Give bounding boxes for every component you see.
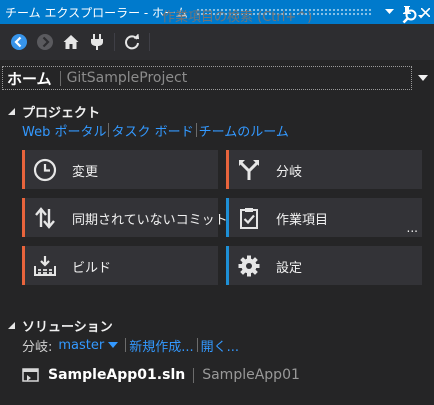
tile-label: 分岐 <box>276 165 303 180</box>
branch-icon <box>236 157 262 183</box>
solutions-section-title: ソリューション <box>22 319 113 335</box>
tile-accent <box>226 150 229 189</box>
open-solution-link[interactable]: 開く... <box>201 336 239 355</box>
home-icon[interactable] <box>58 29 84 55</box>
sync-arrows-icon <box>32 205 58 231</box>
tile-accent <box>22 198 25 237</box>
tile-changes[interactable]: 変更 <box>22 150 218 189</box>
project-section-title: プロジェクト <box>22 105 101 121</box>
search-icon <box>402 9 424 24</box>
project-section-header[interactable]: プロジェクト <box>6 102 101 121</box>
solution-file-icon <box>22 368 39 382</box>
solution-path: SampleApp01 <box>202 367 300 383</box>
task-board-link[interactable]: タスク ボード <box>111 121 193 140</box>
tile-label: 変更 <box>72 165 99 180</box>
chevron-down-icon[interactable] <box>108 342 119 348</box>
branch-label: 分岐: <box>22 339 53 355</box>
solutions-section-header[interactable]: ソリューション <box>6 316 113 335</box>
search-box[interactable] <box>162 4 394 30</box>
tile-label: ビルド <box>72 261 112 276</box>
gear-icon <box>236 253 262 279</box>
team-room-link[interactable]: チームのルーム <box>199 121 289 140</box>
tile-accent <box>22 150 25 189</box>
header-separator <box>59 70 61 86</box>
toolbar-separator <box>114 33 115 51</box>
search-button[interactable] <box>396 5 432 29</box>
tile-settings[interactable]: 設定 <box>226 246 422 285</box>
branch-row: 分岐: master 新規作成... 開く... <box>22 336 239 355</box>
tile-unsynced-commits[interactable]: 同期されていないコミット <box>22 198 228 237</box>
project-links: Web ポータル タスク ボード チームのルーム <box>22 121 289 140</box>
page-header[interactable]: ホーム GitSampleProject <box>2 66 412 90</box>
tile-branches[interactable]: 分岐 <box>226 150 422 189</box>
tile-label: 同期されていないコミット <box>72 213 228 228</box>
back-icon[interactable] <box>6 29 32 55</box>
branch-selector[interactable]: master <box>58 338 104 353</box>
page-title: ホーム <box>7 69 52 88</box>
collapse-triangle-icon <box>8 322 15 329</box>
tile-label: 設定 <box>276 261 303 276</box>
more-options-button[interactable]: ... <box>407 221 418 235</box>
window-title: チーム エクスプローラー - ホーム <box>5 5 188 20</box>
toolbar-separator <box>149 33 150 51</box>
project-name: GitSampleProject <box>66 70 188 86</box>
collapse-triangle-icon <box>8 108 15 115</box>
link-separator <box>196 338 198 352</box>
tile-accent <box>226 246 229 285</box>
tile-accent <box>226 198 229 237</box>
tile-label: 作業項目 <box>276 213 329 228</box>
solution-name: SampleApp01.sln <box>48 367 186 383</box>
build-icon <box>32 253 58 279</box>
forward-icon[interactable] <box>32 29 58 55</box>
search-input[interactable] <box>162 9 394 25</box>
link-separator <box>108 123 110 137</box>
clipboard-check-icon <box>236 205 262 231</box>
web-portal-link[interactable]: Web ポータル <box>22 121 106 140</box>
refresh-icon[interactable] <box>119 29 145 55</box>
clock-icon <box>32 157 58 183</box>
tile-accent <box>22 246 25 285</box>
solution-item[interactable]: SampleApp01.sln SampleApp01 <box>22 365 300 385</box>
solution-separator <box>193 367 195 383</box>
tile-work-items[interactable]: 作業項目 ... <box>226 198 422 237</box>
new-solution-link[interactable]: 新規作成... <box>129 336 193 355</box>
page-dropdown-icon[interactable] <box>415 70 431 86</box>
connect-icon[interactable] <box>84 29 110 55</box>
link-separator <box>195 123 197 137</box>
link-separator <box>125 338 127 352</box>
tile-builds[interactable]: ビルド <box>22 246 218 285</box>
